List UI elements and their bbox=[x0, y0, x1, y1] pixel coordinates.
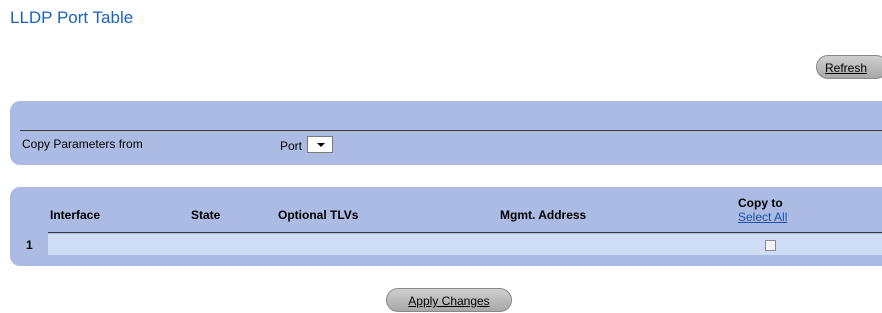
column-header-interface: Interface bbox=[50, 208, 101, 222]
row-number: 1 bbox=[26, 238, 33, 252]
copy-parameters-select[interactable]: Port bbox=[280, 136, 334, 153]
refresh-button[interactable]: Refresh bbox=[816, 55, 882, 79]
table-divider bbox=[48, 232, 882, 233]
column-header-optional-tlvs: Optional TLVs bbox=[278, 208, 359, 222]
apply-changes-button[interactable]: Apply Changes bbox=[386, 288, 512, 312]
copy-parameters-panel: Copy Parameters from Port bbox=[10, 101, 882, 165]
port-table-panel: Interface State Optional TLVs Mgmt. Addr… bbox=[10, 187, 882, 266]
dropdown-box[interactable] bbox=[307, 136, 334, 153]
column-header-copy-to: Copy to bbox=[738, 196, 783, 210]
column-header-mgmt-address: Mgmt. Address bbox=[500, 208, 587, 222]
column-header-state: State bbox=[191, 208, 221, 222]
table-row bbox=[48, 234, 882, 255]
select-all-link[interactable]: Select All bbox=[738, 210, 787, 224]
copy-parameters-select-value: Port bbox=[280, 138, 303, 153]
page-title: LLDP Port Table bbox=[10, 8, 134, 27]
chevron-down-icon bbox=[317, 143, 326, 147]
copy-to-checkbox[interactable] bbox=[765, 240, 776, 251]
divider bbox=[20, 130, 882, 131]
copy-parameters-label: Copy Parameters from bbox=[22, 137, 143, 151]
